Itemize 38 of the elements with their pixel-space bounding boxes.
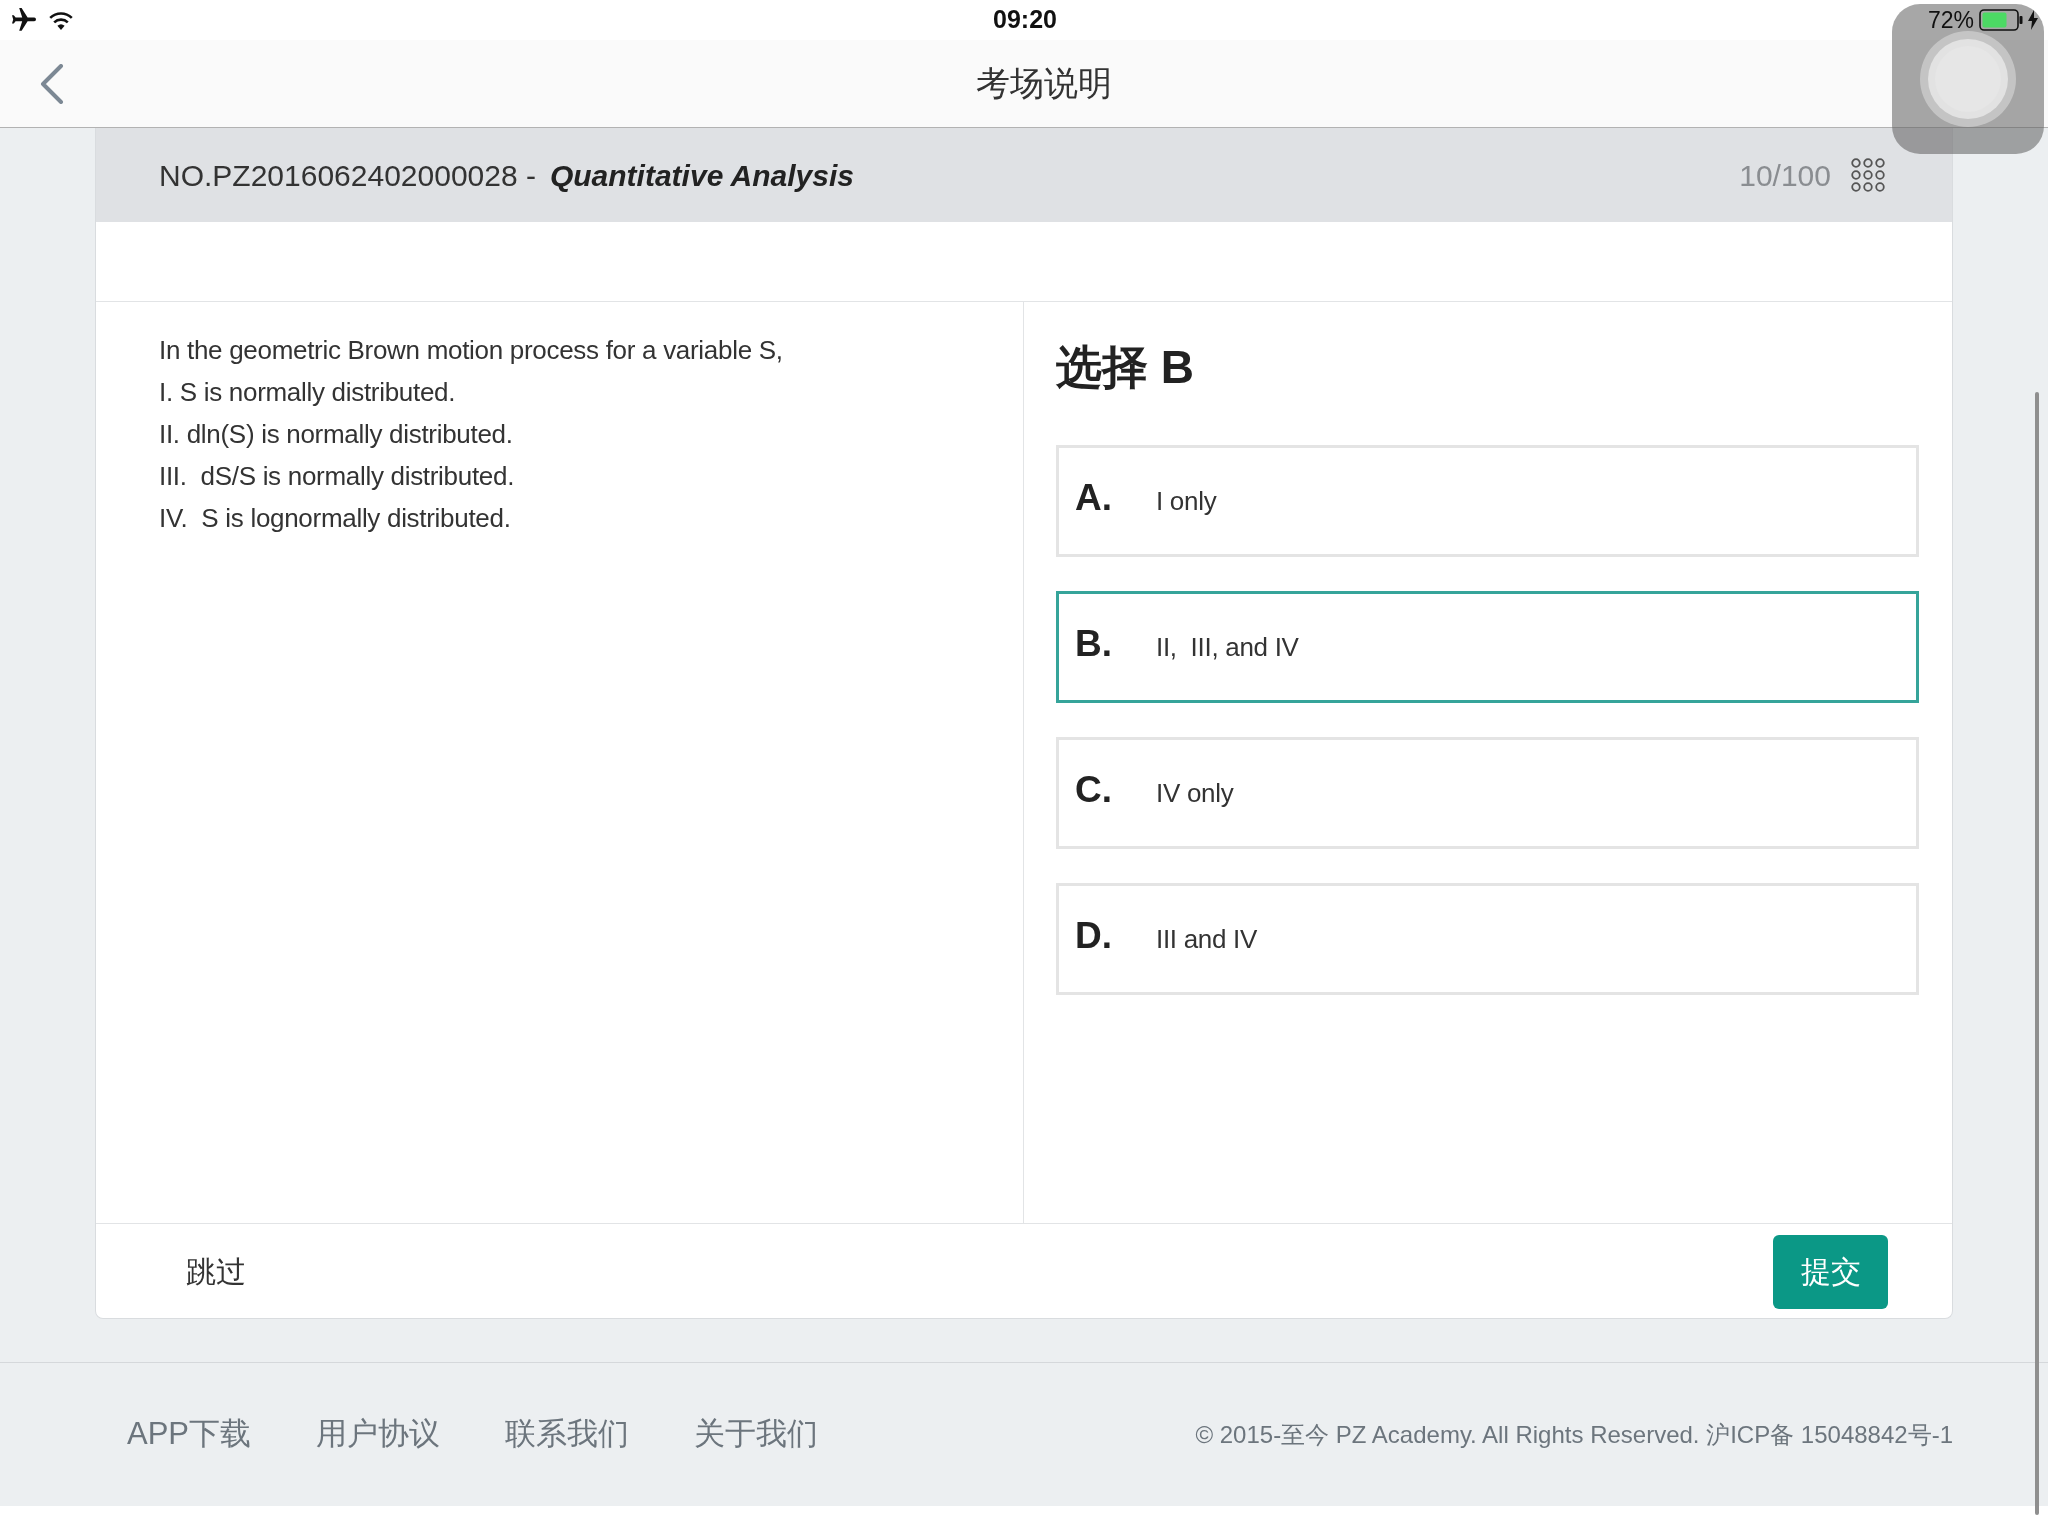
footer-link[interactable]: 用户协议	[316, 1411, 441, 1458]
option-text: I only	[1156, 485, 1217, 519]
option-letter: B.	[1075, 622, 1113, 667]
question-line: I. S is normally distributed.	[159, 376, 457, 409]
option-text: III and IV	[1156, 923, 1258, 957]
charging-bolt-icon	[2028, 10, 2038, 30]
option-letter: A.	[1075, 476, 1113, 521]
exam-subject: Quantitative Analysis	[549, 157, 854, 194]
exam-code: NO.PZ2016062402000028 -	[159, 157, 536, 194]
battery-percent: 72%	[1927, 5, 1974, 35]
option-letter: C.	[1075, 768, 1113, 813]
wifi-icon	[48, 10, 74, 30]
copyright-text: © 2015-至今 PZ Academy. All Rights Reserved. 沪ICP备 15048842号-1	[1195, 1419, 1953, 1450]
status-time: 09:20	[993, 4, 1057, 36]
question-line: In the geometric Brown motion process for a variable S,	[159, 334, 784, 367]
grid-icon[interactable]	[1851, 158, 1885, 192]
question-line: II. dln(S) is normally distributed.	[159, 418, 514, 451]
question-line: IV. S is lognormally distributed.	[159, 502, 512, 535]
answer-heading: 选择 B	[1056, 340, 1195, 395]
footer-link[interactable]: APP下载	[127, 1411, 252, 1458]
skip-link[interactable]: 跳过	[186, 1249, 246, 1294]
question-counter: 10/100	[1739, 157, 1831, 194]
airplane-icon	[12, 8, 36, 32]
question-line: III. dS/S is normally distributed.	[159, 460, 516, 493]
battery-icon	[1979, 9, 2023, 31]
footer-link[interactable]: 关于我们	[694, 1411, 819, 1458]
option-text: IV only	[1156, 777, 1234, 811]
option-text: II, III, and IV	[1156, 631, 1299, 665]
option-letter: D.	[1075, 914, 1113, 959]
answer-option[interactable]: D. III and IV	[1056, 883, 1919, 996]
page-title: 考场说明	[976, 63, 1112, 104]
back-icon[interactable]	[40, 64, 64, 105]
footer-link[interactable]: 联系我们	[505, 1411, 630, 1458]
assistive-touch-button[interactable]	[1892, 4, 2044, 154]
answer-option[interactable]: A. I only	[1056, 445, 1919, 558]
answer-option[interactable]: C. IV only	[1056, 737, 1919, 850]
submit-button[interactable]: 提交	[1773, 1234, 1888, 1309]
answer-option[interactable]: B. II, III, and IV	[1056, 591, 1919, 704]
